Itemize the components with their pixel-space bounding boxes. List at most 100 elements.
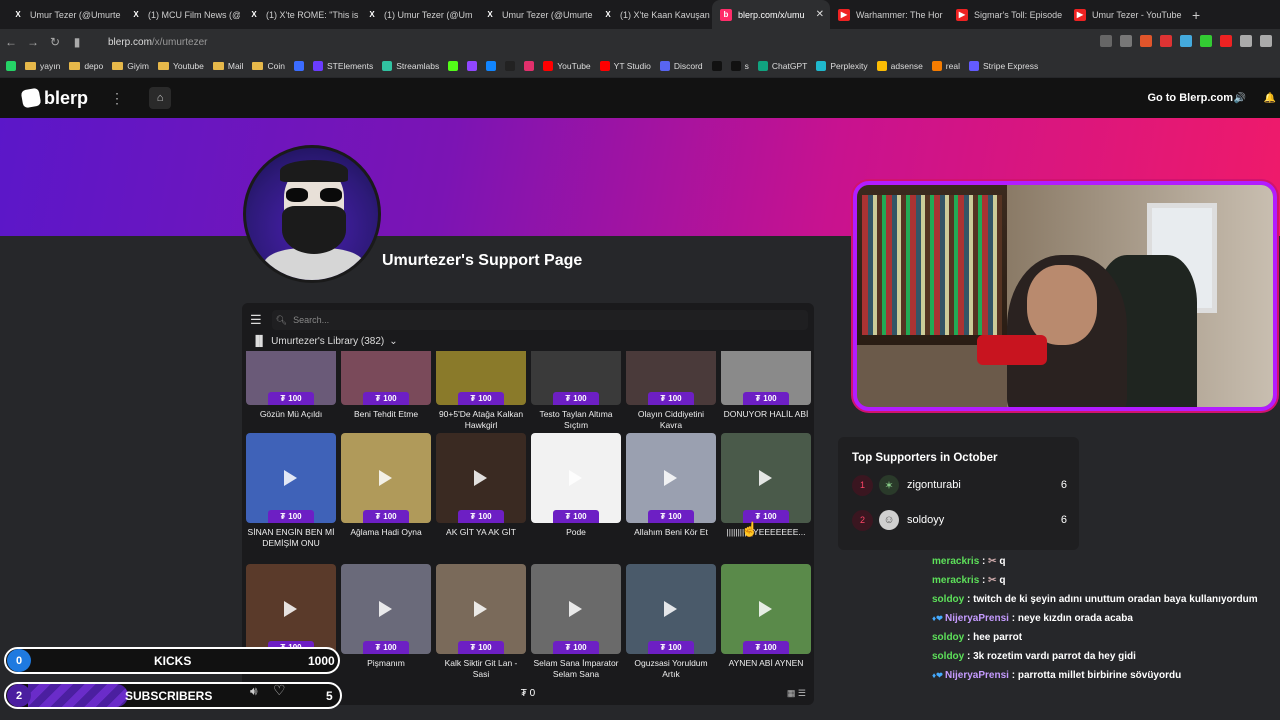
browser-tab[interactable]: X (1) X'te Kaan Kavuşan [594, 0, 712, 29]
sound-thumbnail[interactable]: ₮100 [341, 351, 431, 405]
sound-thumbnail[interactable]: ₮100 [341, 433, 431, 523]
play-icon[interactable] [379, 470, 392, 486]
browser-tab[interactable]: X (1) MCU Film News (@ [122, 0, 240, 29]
play-icon[interactable] [759, 601, 772, 617]
bookmark-item[interactable] [6, 61, 16, 71]
view-toggle[interactable]: ▦ ☰ [787, 688, 806, 699]
grid-view-icon[interactable]: ▦ [787, 688, 796, 698]
sound-tile[interactable]: ₮ 100 ||||||||||||YEEEEEEE... [721, 433, 811, 538]
bookmark-item[interactable] [486, 61, 497, 71]
bookmark-item[interactable]: Giyim [112, 61, 149, 71]
sound-thumbnail[interactable]: ₮100 [246, 564, 336, 654]
bookmark-icon[interactable]: ▮ [66, 35, 88, 49]
sound-thumbnail[interactable]: ₮100 [721, 351, 811, 405]
brave-shield-icon[interactable] [1140, 35, 1152, 47]
play-icon[interactable] [474, 601, 487, 617]
sound-thumbnail[interactable]: ₮100 [531, 564, 621, 654]
bookmark-item[interactable]: real [931, 61, 960, 71]
sound-tile[interactable]: ₮ 100 Olayın Ciddiyetini Kavra [626, 351, 716, 431]
bookmark-item[interactable] [467, 61, 478, 71]
sound-tile[interactable]: ₮ 100 SİNAN ENGİN BEN Mİ DEMİŞİM ONU [246, 433, 336, 549]
sound-tile[interactable]: ₮ 100 Oguzsasi Yoruldum Artık [626, 564, 716, 680]
bookmark-item[interactable] [448, 61, 459, 71]
menu-icon[interactable] [1260, 35, 1272, 47]
sound-tile[interactable]: ₮ 100 Allahım Beni Kör Et [626, 433, 716, 538]
library-dropdown[interactable]: ▐▌ Umurtezer's Library (382) ⌄ [252, 336, 398, 347]
play-icon[interactable] [569, 601, 582, 617]
sound-thumbnail[interactable]: ₮100 [436, 433, 526, 523]
bookmark-item[interactable]: adsense [876, 61, 923, 71]
browser-tab[interactable]: ▶ Sigmar's Toll: Episode [948, 0, 1066, 29]
play-icon[interactable] [284, 601, 297, 617]
notification-icon[interactable]: 🔔 [1264, 93, 1276, 104]
sound-tile[interactable]: ₮ 100 AYNEN ABİ AYNEN [721, 564, 811, 669]
sound-tile[interactable]: ₮ 100 Pode [531, 433, 621, 538]
bookmark-item[interactable] [711, 61, 722, 71]
extension-icon[interactable] [1180, 35, 1192, 47]
bookmark-item[interactable]: YT Studio [599, 61, 651, 71]
play-icon[interactable] [284, 470, 297, 486]
search-input[interactable]: 🔍︎ Search... [271, 310, 808, 330]
close-tab-icon[interactable]: ✕ [816, 9, 824, 20]
sound-icon[interactable]: 🔊︎ [250, 684, 258, 699]
sound-thumbnail[interactable]: ₮100 [436, 564, 526, 654]
address-bar[interactable]: blerp.com/x/umurtezer [108, 37, 207, 48]
new-tab-icon[interactable]: + [1192, 7, 1200, 23]
sound-thumbnail[interactable]: ₮100 [531, 351, 621, 405]
sound-thumbnail[interactable]: ₮100 [531, 433, 621, 523]
list-view-icon[interactable]: ☰ [798, 688, 806, 698]
blerp-logo[interactable]: blerp [20, 88, 88, 109]
sound-tile[interactable]: ₮ 100 AK GİT YA AK GİT [436, 433, 526, 538]
play-icon[interactable] [474, 470, 487, 486]
sound-thumbnail[interactable]: ₮100 [341, 564, 431, 654]
bookmark-item[interactable]: Perplexity [816, 61, 868, 71]
sound-tile[interactable]: ₮ 100 Kalk Siktir Git Lan - Sasi [436, 564, 526, 680]
bookmark-item[interactable]: Youtube [157, 61, 204, 71]
browser-tab[interactable]: ▶ Umur Tezer - YouTube [1066, 0, 1184, 29]
play-icon[interactable] [664, 470, 677, 486]
bookmark-item[interactable] [524, 61, 535, 71]
bookmark-item[interactable]: ChatGPT [757, 61, 807, 71]
sound-tile[interactable]: ₮ 100 Beni Tehdit Etme [341, 351, 431, 420]
browser-tab[interactable]: X Umur Tezer (@Umurte [4, 0, 122, 29]
hamburger-menu-icon[interactable]: ☰ [250, 312, 262, 328]
bookmark-item[interactable] [505, 61, 516, 71]
bookmark-item[interactable]: Mail [212, 61, 243, 71]
sound-tile[interactable]: ₮ 100 Testo Taylan Altıma Sıçtım [531, 351, 621, 431]
bookmark-item[interactable]: Discord [659, 61, 703, 71]
sound-thumbnail[interactable]: ₮100 [246, 433, 336, 523]
sound-thumbnail[interactable]: ₮100 [721, 564, 811, 654]
bookmark-item[interactable]: s [730, 61, 749, 71]
back-icon[interactable]: ← [0, 35, 22, 49]
bookmark-item[interactable]: depo [69, 61, 103, 71]
bookmark-item[interactable]: Streamlabs [382, 61, 439, 71]
heart-icon[interactable]: ♡ [273, 682, 286, 699]
more-options-icon[interactable]: ⋮ [110, 90, 124, 107]
sound-thumbnail[interactable]: ₮100 [626, 433, 716, 523]
browser-tab[interactable]: X (1) X'te ROME: "This is [240, 0, 358, 29]
bookmark-item[interactable]: Stripe Express [968, 61, 1038, 71]
browser-tab[interactable]: ▶ Warhammer: The Hor [830, 0, 948, 29]
home-icon[interactable]: ⌂ [149, 87, 172, 109]
bookmark-item[interactable]: yayın [25, 61, 60, 71]
volume-icon[interactable]: 🔊 [1234, 93, 1246, 104]
translate-icon[interactable] [1120, 35, 1132, 47]
play-icon[interactable] [759, 470, 772, 486]
browser-tab[interactable]: X (1) Umur Tezer (@Um [358, 0, 476, 29]
browser-tab[interactable]: X Umur Tezer (@Umurte [476, 0, 594, 29]
sound-tile[interactable]: ₮ 100 90+5'De Atağa Kalkan Hawkgirl [436, 351, 526, 431]
bookmark-item[interactable] [293, 61, 304, 71]
cast-icon[interactable] [1100, 35, 1112, 47]
rewards-icon[interactable] [1160, 35, 1172, 47]
go-to-blerp-link[interactable]: Go to Blerp.com [1147, 92, 1233, 104]
play-icon[interactable] [664, 601, 677, 617]
sound-tile[interactable]: ₮ 100 DONUYOR HALİL ABİ [721, 351, 811, 420]
sound-thumbnail[interactable]: ₮100 [436, 351, 526, 405]
sound-tile[interactable]: ₮ 100 Ağlama Hadi Oyna [341, 433, 431, 538]
bookmark-item[interactable]: YouTube [543, 61, 591, 71]
play-icon[interactable] [569, 470, 582, 486]
extension-icon[interactable] [1200, 35, 1212, 47]
forward-icon[interactable]: → [22, 35, 44, 49]
sound-thumbnail[interactable]: ₮100 [246, 351, 336, 405]
sound-thumbnail[interactable]: ₮100 [626, 564, 716, 654]
